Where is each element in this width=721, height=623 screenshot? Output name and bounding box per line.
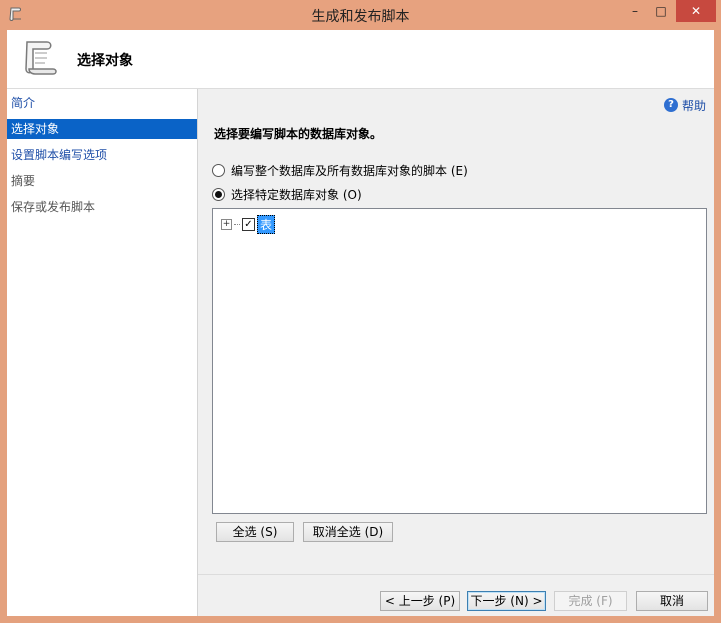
radio-button-selected[interactable] <box>212 188 225 201</box>
select-all-button[interactable]: 全选 (S) <box>216 522 294 542</box>
footer-divider <box>198 574 714 575</box>
wizard-nav: 简介 选择对象 设置脚本编写选项 摘要 保存或发布脚本 <box>7 89 198 616</box>
tree-node-label[interactable]: 表 <box>257 215 276 234</box>
maximize-button[interactable]: □ <box>650 0 672 22</box>
radio-label: 选择特定数据库对象 (O) <box>231 188 362 202</box>
nav-item-intro[interactable]: 简介 <box>7 93 197 113</box>
nav-item-summary: 摘要 <box>11 174 36 188</box>
expand-icon[interactable]: + <box>221 219 232 230</box>
object-tree[interactable]: + ✓ 表 <box>212 208 707 514</box>
nav-item-scripting-options[interactable]: 设置脚本编写选项 <box>7 145 197 165</box>
radio-specific-objects[interactable]: 选择特定数据库对象 (O) <box>212 186 362 203</box>
dialog-client: 选择对象 简介 选择对象 设置脚本编写选项 摘要 保存或发布脚本 ? 帮助 选择… <box>7 30 714 616</box>
help-icon: ? <box>663 98 678 112</box>
radio-entire-database[interactable]: 编写整个数据库及所有数据库对象的脚本 (E) <box>212 162 468 179</box>
next-button[interactable]: 下一步 (N) > <box>467 591 546 611</box>
previous-button[interactable]: < 上一步 (P) <box>380 591 460 611</box>
nav-item-choose-objects[interactable]: 选择对象 <box>7 119 197 139</box>
radio-label: 编写整个数据库及所有数据库对象的脚本 (E) <box>231 164 468 178</box>
page-title: 选择对象 <box>77 53 133 69</box>
content-panel: ? 帮助 选择要编写脚本的数据库对象。 编写整个数据库及所有数据库对象的脚本 (… <box>198 89 714 616</box>
tree-node-tables[interactable]: + ✓ 表 <box>221 215 276 234</box>
radio-button[interactable] <box>212 164 225 177</box>
instruction-text: 选择要编写脚本的数据库对象。 <box>214 127 383 141</box>
help-link[interactable]: ? 帮助 <box>663 97 706 113</box>
dialog-window: 生成和发布脚本 – □ ✕ 选择对象 简介 选择对象 设置脚本编写选项 摘要 保… <box>0 0 721 623</box>
page-header: 选择对象 <box>7 30 714 89</box>
tree-node-checkbox[interactable]: ✓ <box>242 218 255 231</box>
cancel-button[interactable]: 取消 <box>636 591 708 611</box>
help-label: 帮助 <box>681 98 706 113</box>
title-bar[interactable]: 生成和发布脚本 – □ ✕ <box>0 0 721 30</box>
scroll-icon <box>25 41 57 75</box>
window-title: 生成和发布脚本 <box>311 9 410 25</box>
deselect-all-button[interactable]: 取消全选 (D) <box>303 522 393 542</box>
tree-connector <box>234 224 240 225</box>
nav-item-save-publish: 保存或发布脚本 <box>11 200 96 214</box>
close-button[interactable]: ✕ <box>676 0 716 22</box>
minimize-button[interactable]: – <box>624 0 646 22</box>
finish-button: 完成 (F) <box>554 591 627 611</box>
